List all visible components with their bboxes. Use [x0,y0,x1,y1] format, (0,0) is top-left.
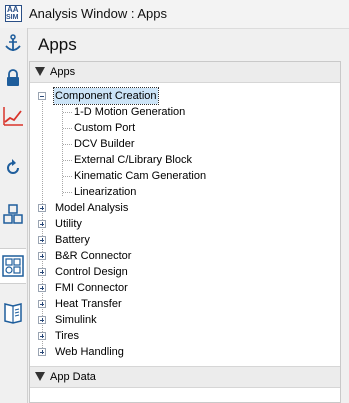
apps-section-header[interactable]: Apps [30,62,340,83]
tree-leaf[interactable]: Custom Port [74,120,135,136]
tree-node-label: Component Creation [53,87,159,105]
tree-leaf[interactable]: DCV Builder [74,136,135,152]
title-bar: AA SIM Analysis Window : Apps [0,0,349,29]
tree-branch-line [63,192,72,193]
tree-connector-line [62,104,63,196]
window-title: Analysis Window : Apps [29,6,168,21]
lock-icon [7,69,19,86]
collapse-triangle-icon [35,372,45,381]
app-data-section-header[interactable]: App Data [30,366,340,388]
anchor-icon [5,34,21,51]
refresh-icon [7,159,19,174]
cubes-icon [3,204,23,224]
tree-branch-line [63,144,72,145]
app-logo-icon: AA SIM [5,5,22,22]
expand-icon[interactable] [38,268,46,276]
panel-title: Apps [38,35,77,54]
tree-branch-line [63,160,72,161]
tree-branch-line [63,128,72,129]
documentation-button[interactable] [0,296,26,330]
expand-icon[interactable] [38,332,46,340]
tree-leaf[interactable]: External C/Library Block [74,152,192,168]
line-chart-icon [3,107,23,126]
tree-branch-line [63,112,72,113]
tree-leaf[interactable]: Linearization [74,184,136,200]
tree-branch-line [63,176,72,177]
expand-icon[interactable] [38,300,46,308]
expand-icon[interactable] [38,252,46,260]
components-button[interactable] [0,198,26,230]
tree-leaf[interactable]: 1-D Motion Generation [74,104,185,120]
expand-icon[interactable] [38,220,46,228]
collapse-triangle-icon [35,67,45,76]
expand-icon[interactable] [38,284,46,292]
book-icon [4,303,22,324]
apps-button[interactable] [0,248,26,284]
left-toolstrip [0,28,28,403]
apps-tree-panel: Apps Component Creation 1-D Motion Gener… [29,61,341,403]
apps-section-label: Apps [50,66,76,78]
collapse-icon[interactable] [38,92,46,100]
expand-icon[interactable] [38,316,46,324]
expand-icon[interactable] [38,204,46,212]
anchor-button[interactable] [0,28,26,60]
plot-button[interactable] [0,100,26,132]
lock-button[interactable] [0,62,26,94]
expand-icon[interactable] [38,236,46,244]
expand-icon[interactable] [38,348,46,356]
refresh-button[interactable] [0,152,26,184]
app-data-section-label: App Data [50,371,96,383]
apps-grid-icon [2,255,24,277]
tree-leaf[interactable]: Kinematic Cam Generation [74,168,206,184]
